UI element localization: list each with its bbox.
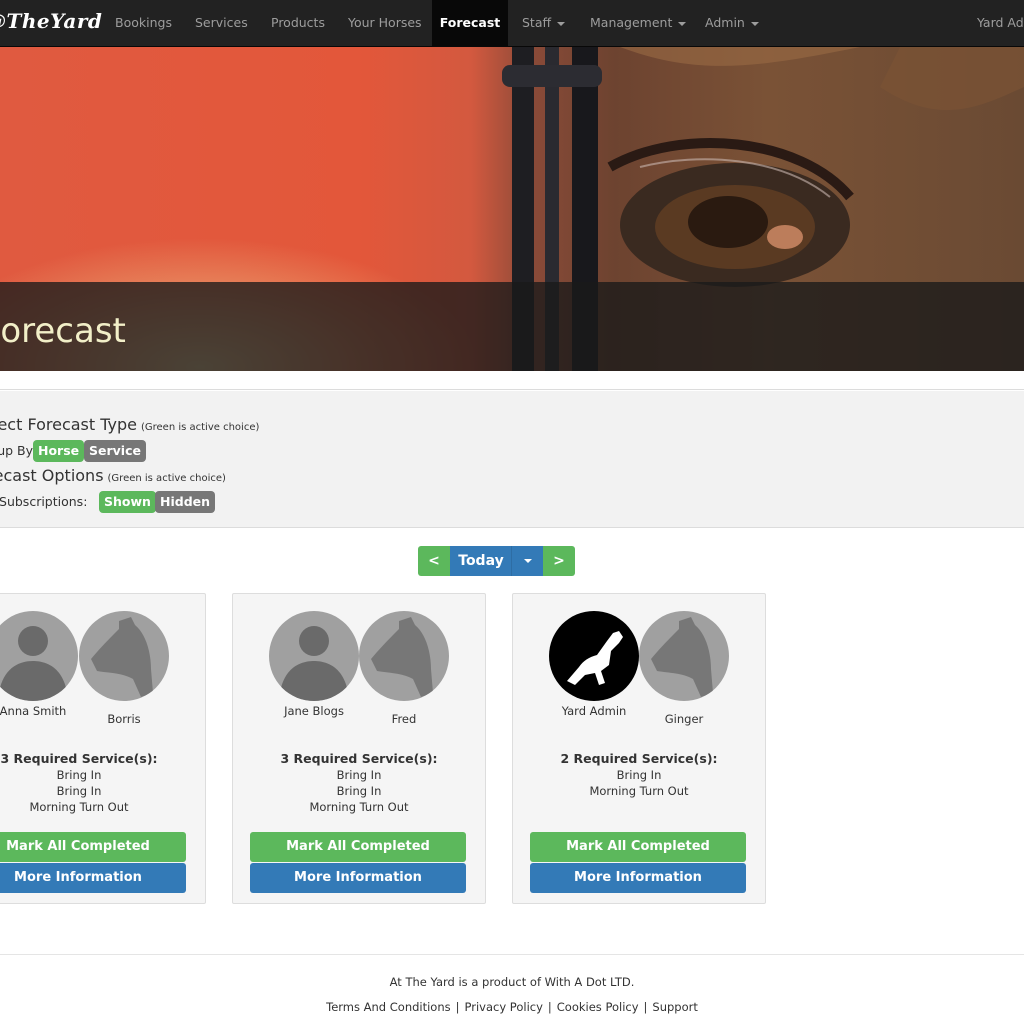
nav-admin-label: Admin — [705, 15, 745, 30]
horse-avatar — [79, 611, 169, 701]
required-services-count: 3 Required Service(s): — [0, 751, 158, 766]
required-services-count: 2 Required Service(s): — [560, 751, 718, 766]
service-item: Morning Turn Out — [589, 784, 689, 798]
forecast-options-heading: Forecast Options(Green is active choice) — [0, 466, 226, 485]
forecast-card: Anna Smith Borris 3 Required Service(s):… — [0, 593, 206, 904]
forecast-card: Jane Blogs Fred 3 Required Service(s): B… — [232, 593, 486, 904]
service-item: Bring In — [616, 768, 662, 782]
subscriptions-hidden-toggle[interactable]: Hidden — [155, 491, 216, 513]
horse-name: Fred — [391, 712, 417, 726]
group-by-horse-toggle[interactable]: Horse — [33, 440, 85, 462]
next-day-button[interactable]: > — [543, 546, 575, 576]
page-title: Forecast — [0, 311, 126, 351]
person-avatar — [0, 611, 78, 701]
divider — [0, 527, 1024, 528]
service-item: Bring In — [336, 768, 382, 782]
more-information-button[interactable]: More Information — [530, 863, 746, 893]
jumping-horse-logo-icon — [567, 631, 623, 685]
nav-services[interactable]: Services — [195, 0, 248, 46]
horse-avatar — [639, 611, 729, 701]
nav-admin[interactable]: Admin — [705, 0, 759, 46]
forecast-options-hint: (Green is active choice) — [107, 473, 226, 484]
footer-divider — [0, 954, 1024, 955]
hero-banner: Forecast — [0, 47, 1024, 371]
service-item: Morning Turn Out — [29, 800, 129, 814]
forecast-options-title: Forecast Options — [0, 466, 104, 485]
forecast-type-hint: (Green is active choice) — [140, 422, 260, 433]
person-silhouette-icon — [279, 626, 349, 701]
nav-bookings[interactable]: Bookings — [115, 0, 172, 46]
required-services-count: 3 Required Service(s): — [280, 751, 438, 766]
service-item: Bring In — [56, 784, 102, 798]
today-button[interactable]: Today — [450, 546, 512, 576]
footer-copyright: At The Yard is a product of With A Dot L… — [389, 975, 635, 989]
date-dropdown-toggle[interactable] — [511, 546, 543, 576]
footer-separator: | — [455, 1000, 460, 1014]
support-link[interactable]: Support — [652, 1000, 697, 1014]
brand-logo[interactable]: @TheYard — [0, 9, 102, 33]
top-navbar: @TheYard Bookings Services Products Your… — [0, 0, 1024, 47]
group-by-service-toggle[interactable]: Service — [84, 440, 146, 462]
forecast-type-heading: Select Forecast Type(Green is active cho… — [0, 415, 259, 434]
horse-head-icon — [91, 617, 153, 697]
more-information-button[interactable]: More Information — [0, 863, 186, 893]
footer-separator: | — [643, 1000, 648, 1014]
footer-links: Terms And Conditions | Privacy Policy | Cook… — [0, 1000, 1024, 1014]
nav-user-menu[interactable]: Yard Admin — [977, 0, 1024, 46]
caret-down-icon — [523, 559, 532, 563]
nav-your-horses[interactable]: Your Horses — [348, 0, 422, 46]
person-avatar — [549, 611, 639, 701]
service-item: Bring In — [336, 784, 382, 798]
privacy-link[interactable]: Privacy Policy — [465, 1000, 543, 1014]
horse-name: Ginger — [664, 712, 704, 726]
group-by-label: Group By: — [0, 443, 37, 458]
person-silhouette-icon — [0, 626, 68, 701]
nav-staff[interactable]: Staff — [522, 0, 566, 46]
nav-staff-label: Staff — [522, 15, 552, 30]
terms-link[interactable]: Terms And Conditions — [326, 1000, 451, 1014]
prev-day-button[interactable]: < — [418, 546, 450, 576]
mark-all-completed-button[interactable]: Mark All Completed — [530, 832, 746, 862]
person-avatar — [269, 611, 359, 701]
mark-all-completed-button[interactable]: Mark All Completed — [0, 832, 186, 862]
mark-all-completed-button[interactable]: Mark All Completed — [250, 832, 466, 862]
nav-management[interactable]: Management — [590, 0, 687, 46]
service-item: Bring In — [56, 768, 102, 782]
more-information-button[interactable]: More Information — [250, 863, 466, 893]
caret-down-icon — [678, 21, 687, 26]
subscriptions-shown-toggle[interactable]: Shown — [99, 491, 156, 513]
subscriptions-label: Paid Subscriptions: — [0, 494, 88, 509]
divider — [0, 389, 1024, 390]
caret-down-icon — [750, 21, 759, 26]
forecast-card: Yard Admin Ginger 2 Required Service(s):… — [512, 593, 766, 904]
horse-head-icon — [651, 617, 713, 697]
caret-down-icon — [557, 21, 566, 26]
hero-title-band — [0, 282, 1024, 371]
cookies-link[interactable]: Cookies Policy — [557, 1000, 639, 1014]
service-item: Morning Turn Out — [309, 800, 409, 814]
footer-separator: | — [547, 1000, 552, 1014]
horse-name: Borris — [107, 712, 141, 726]
nav-management-label: Management — [590, 15, 673, 30]
nav-forecast[interactable]: Forecast — [432, 0, 508, 46]
nav-products[interactable]: Products — [271, 0, 325, 46]
horse-head-icon — [371, 617, 433, 697]
forecast-options-panel: Select Forecast Type(Green is active cho… — [0, 391, 1024, 527]
horse-avatar — [359, 611, 449, 701]
forecast-type-title: Select Forecast Type — [0, 415, 137, 434]
